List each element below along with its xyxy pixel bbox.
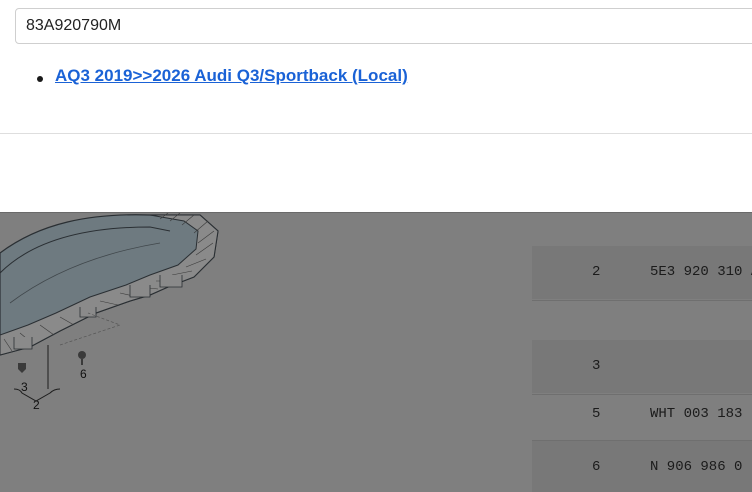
screw-6 <box>78 351 86 365</box>
part-number: N 906 986 0 <box>650 459 743 475</box>
bullet-icon <box>37 76 43 82</box>
divider <box>0 133 752 134</box>
clip-3 <box>18 363 26 373</box>
row-divider <box>532 300 752 301</box>
callout-6[interactable]: 6 <box>80 367 87 381</box>
search-box[interactable] <box>15 8 752 44</box>
parts-diagram: 3 6 2 <box>0 213 219 412</box>
tab-2 <box>159 275 183 288</box>
tab-3 <box>79 307 97 318</box>
table-row[interactable]: 3 <box>532 340 752 393</box>
result-link[interactable]: AQ3 2019>>2026 Audi Q3/Sportback (Local) <box>55 66 408 85</box>
table-row[interactable]: 5 WHT 003 183 <box>532 388 752 441</box>
results-list: AQ3 2019>>2026 Audi Q3/Sportback (Local) <box>37 66 408 86</box>
table-row[interactable]: 6 N 906 986 0 <box>532 441 752 492</box>
row-number: 5 <box>592 406 601 422</box>
row-number: 6 <box>592 459 601 475</box>
callout-3[interactable]: 3 <box>21 380 28 394</box>
part-number: 5E3 920 310 A <box>650 264 752 280</box>
tab-4 <box>13 337 33 350</box>
diagram-panel: 3 6 2 2 5E3 920 310 A 3 5 WHT 003 183 6 … <box>0 212 752 492</box>
row-number: 3 <box>592 358 601 374</box>
list-item: AQ3 2019>>2026 Audi Q3/Sportback (Local) <box>37 66 408 86</box>
row-number: 2 <box>592 264 601 280</box>
tab-1 <box>129 285 151 298</box>
callout-2[interactable]: 2 <box>33 398 40 412</box>
table-row[interactable]: 2 5E3 920 310 A <box>532 246 752 299</box>
search-input[interactable] <box>26 9 726 43</box>
part-number: WHT 003 183 <box>650 406 743 422</box>
